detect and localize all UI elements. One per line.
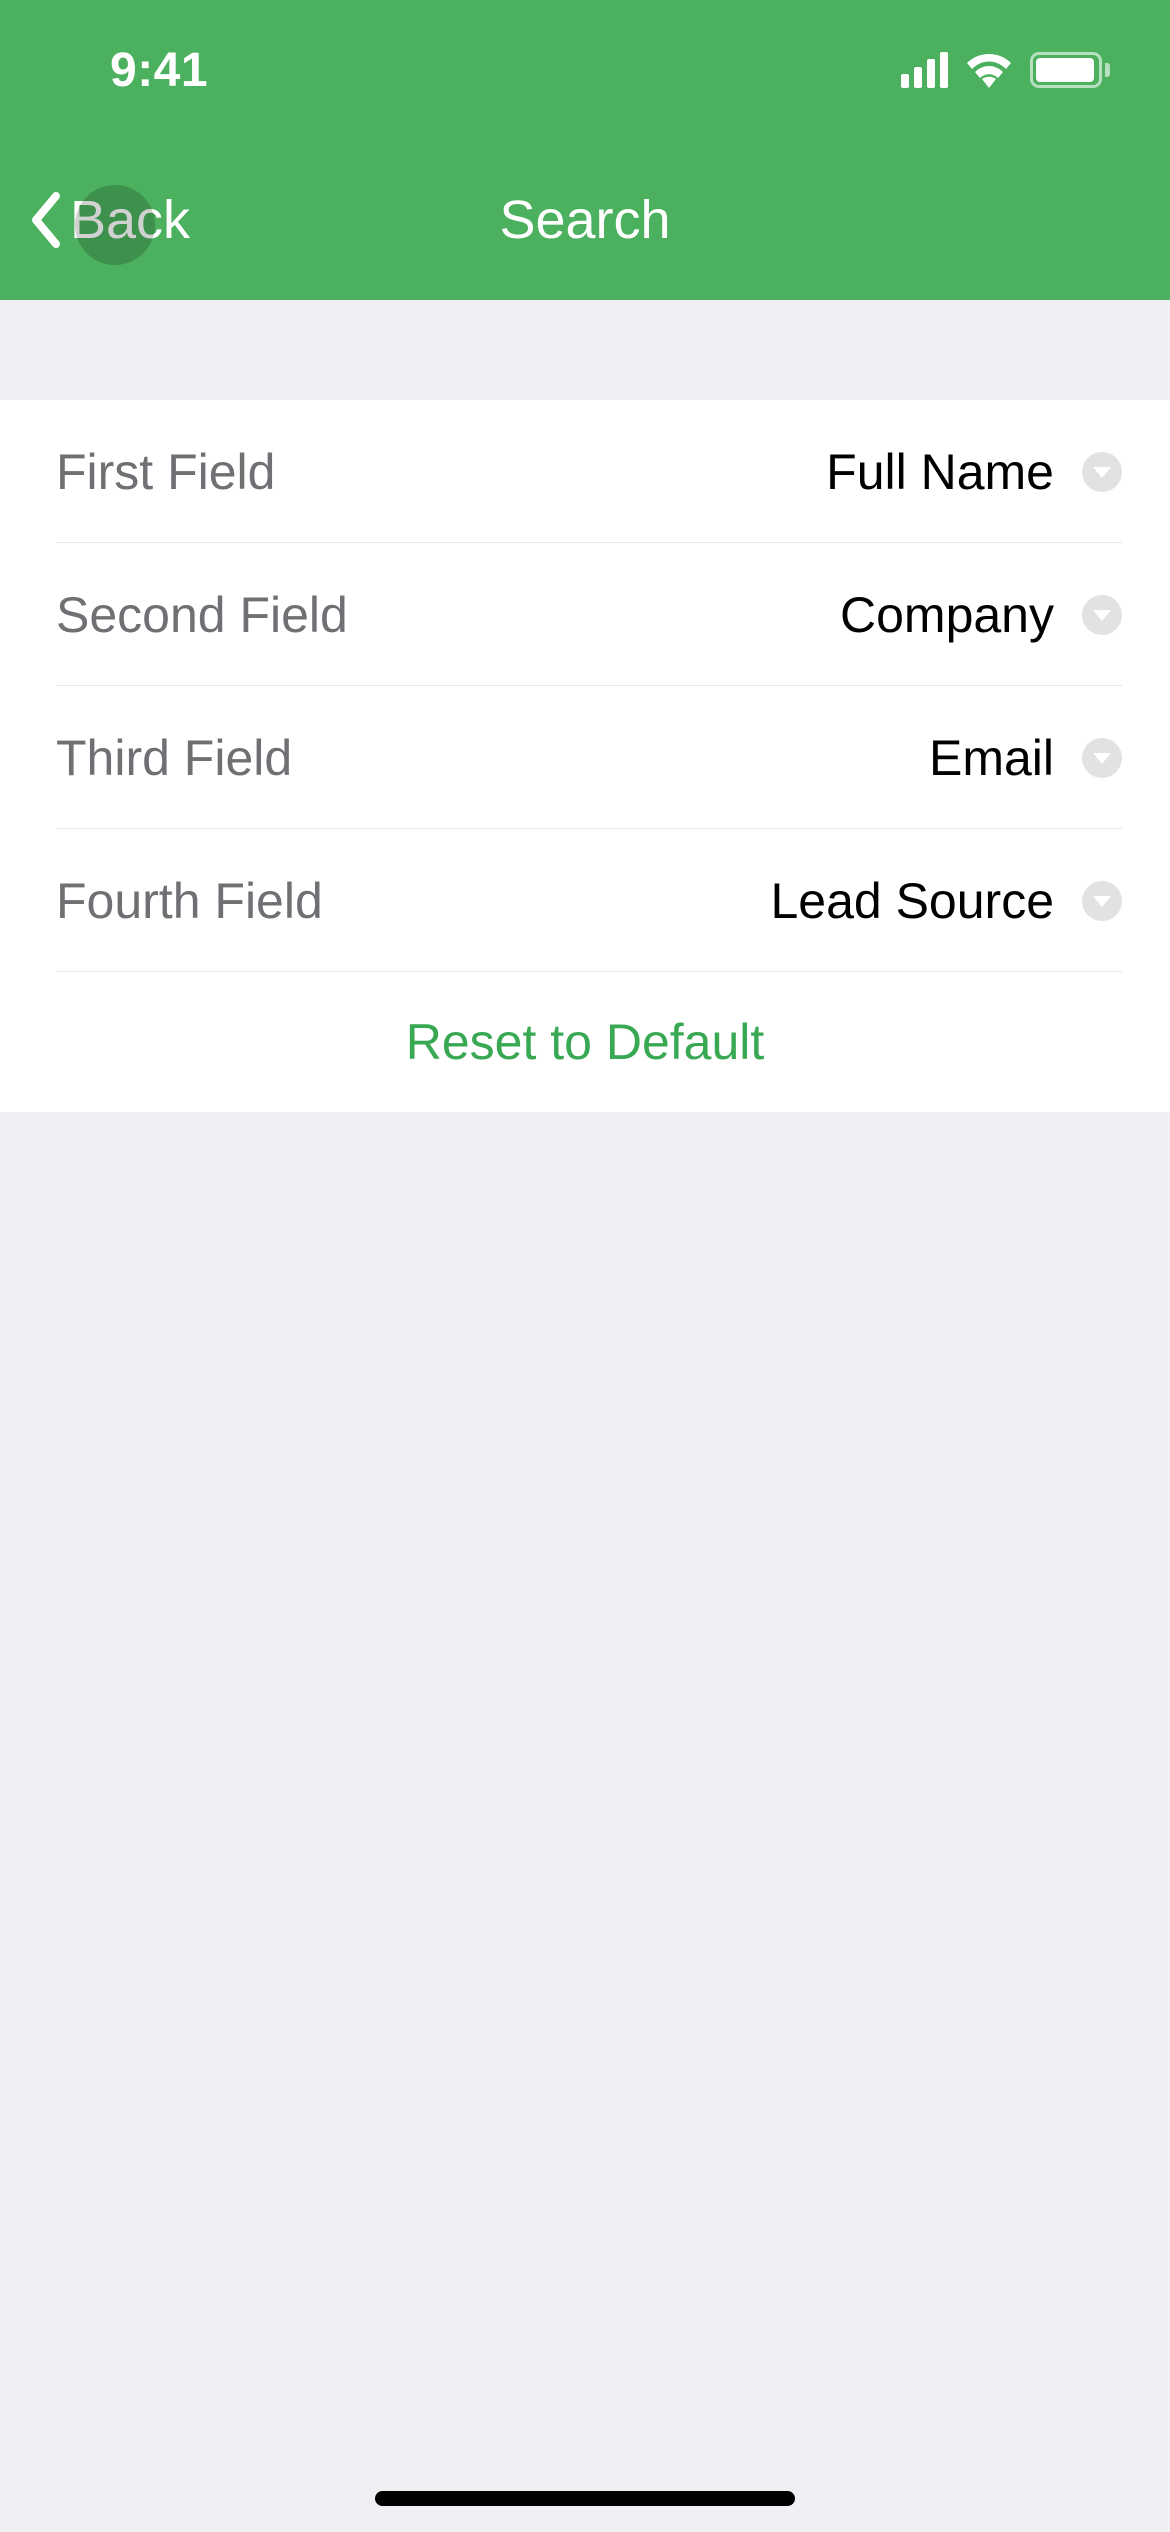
- row-label: Second Field: [56, 586, 348, 644]
- reset-to-default-button[interactable]: Reset to Default: [0, 972, 1170, 1112]
- back-label: Back: [70, 189, 190, 251]
- row-value-container: Lead Source: [770, 872, 1122, 930]
- row-value: Full Name: [826, 443, 1054, 501]
- navigation-bar: Back Search: [0, 140, 1170, 300]
- page-title: Search: [499, 189, 670, 251]
- chevron-left-icon: [28, 190, 64, 250]
- dropdown-icon: [1082, 452, 1122, 492]
- fourth-field-row[interactable]: Fourth Field Lead Source: [0, 829, 1170, 972]
- row-value-container: Full Name: [826, 443, 1122, 501]
- reset-label: Reset to Default: [406, 1013, 765, 1071]
- row-value: Company: [840, 586, 1054, 644]
- search-fields-group: First Field Full Name Second Field Compa…: [0, 400, 1170, 1112]
- dropdown-icon: [1082, 595, 1122, 635]
- home-indicator[interactable]: [375, 2491, 795, 2506]
- row-value: Lead Source: [770, 872, 1054, 930]
- wifi-icon: [966, 52, 1012, 88]
- row-label: Third Field: [56, 729, 292, 787]
- status-bar: 9:41: [0, 0, 1170, 140]
- dropdown-icon: [1082, 881, 1122, 921]
- third-field-row[interactable]: Third Field Email: [0, 686, 1170, 829]
- battery-icon: [1030, 52, 1110, 88]
- status-time: 9:41: [110, 43, 208, 98]
- row-value: Email: [929, 729, 1054, 787]
- second-field-row[interactable]: Second Field Company: [0, 543, 1170, 686]
- cellular-signal-icon: [901, 52, 948, 88]
- dropdown-icon: [1082, 738, 1122, 778]
- row-value-container: Company: [840, 586, 1122, 644]
- back-button[interactable]: Back: [28, 140, 190, 300]
- status-icons: [901, 52, 1110, 88]
- row-label: Fourth Field: [56, 872, 323, 930]
- first-field-row[interactable]: First Field Full Name: [0, 400, 1170, 543]
- section-spacer: [0, 300, 1170, 400]
- row-label: First Field: [56, 443, 275, 501]
- row-value-container: Email: [929, 729, 1122, 787]
